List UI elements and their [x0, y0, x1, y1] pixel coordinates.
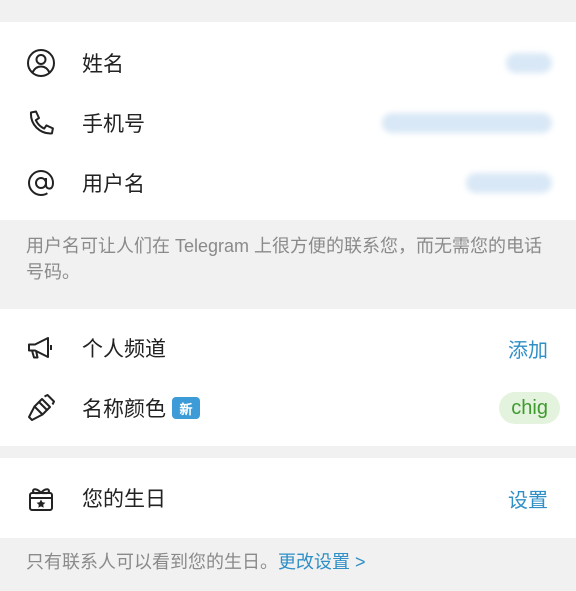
top-divider: [0, 0, 576, 22]
name-color-text: 名称颜色: [82, 398, 166, 421]
birthday-label: 您的生日: [82, 488, 166, 511]
birthday-hint: 只有联系人可以看到您的生日。更改设置 >: [26, 549, 550, 575]
phone-label: 手机号: [82, 113, 145, 136]
name-color-row[interactable]: 名称颜色 新 chig: [0, 378, 576, 438]
add-channel-button[interactable]: 添加: [508, 334, 548, 363]
new-badge: 新: [172, 397, 200, 419]
change-settings-link[interactable]: 更改设置 >: [278, 552, 366, 572]
phone-row[interactable]: 手机号: [0, 93, 576, 153]
name-color-label: 名称颜色 新: [82, 393, 200, 423]
birthday-row[interactable]: 您的生日 设置: [0, 468, 576, 528]
username-hint: 用户名可让人们在 Telegram 上很方便的联系您，而无需您的电话号码。: [26, 236, 543, 282]
phone-icon: [24, 106, 58, 140]
username-value: [466, 173, 552, 193]
name-color-chip[interactable]: chig: [499, 392, 560, 424]
name-row[interactable]: 姓名: [0, 33, 576, 93]
personal-channel-label: 个人频道: [82, 338, 166, 361]
name-label: 姓名: [82, 53, 124, 76]
at-sign-icon: [24, 166, 58, 200]
profile-card: 姓名 手机号 用户名: [0, 22, 576, 220]
birthday-card: 您的生日 设置: [0, 458, 576, 538]
username-row[interactable]: 用户名: [0, 153, 576, 213]
name-value: [506, 53, 552, 73]
brush-icon: [24, 391, 58, 425]
phone-value: [382, 113, 552, 133]
user-circle-icon: [24, 46, 58, 80]
settings-page: 姓名 手机号 用户名 用户名可让人们在 Telegram 上很方便的联系您，而无…: [0, 0, 576, 591]
personal-channel-row[interactable]: 个人频道 添加: [0, 318, 576, 378]
megaphone-icon: [24, 331, 58, 365]
birthday-hint-text: 只有联系人可以看到您的生日。: [26, 552, 278, 572]
personal-card: 个人频道 添加 名称颜色 新 chig: [0, 309, 576, 446]
gift-icon: [24, 481, 58, 515]
set-birthday-button[interactable]: 设置: [508, 484, 548, 513]
username-label: 用户名: [82, 173, 145, 196]
